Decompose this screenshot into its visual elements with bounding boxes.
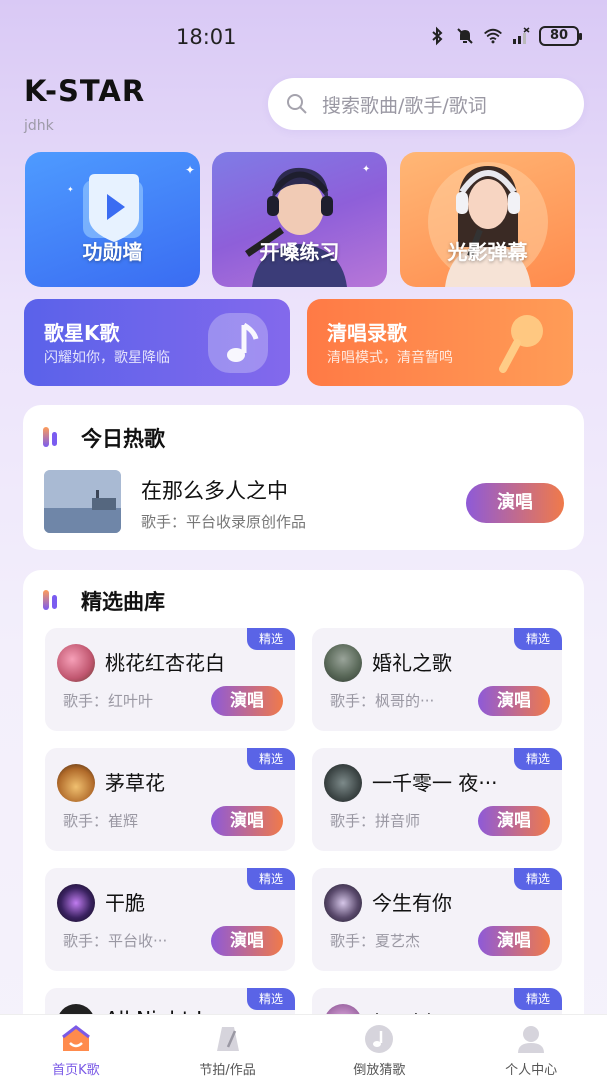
cover-image-icon — [44, 470, 121, 533]
svg-text:✦: ✦ — [185, 163, 195, 177]
song-title: 茅草花 — [105, 771, 165, 795]
tab-home-karaoke[interactable]: 首页K歌 — [0, 1015, 152, 1080]
song-title: 桃花红杏花白 — [105, 651, 225, 675]
singer-male-icon: ✦ — [245, 164, 370, 287]
tab-reverse-guess[interactable]: 倒放猜歌 — [304, 1015, 456, 1080]
song-avatar — [324, 764, 362, 802]
sing-button[interactable]: 演唱 — [478, 806, 550, 836]
battery-indicator: 80 — [539, 26, 582, 46]
tile-light-barrage[interactable]: 光影弹幕 — [400, 152, 575, 287]
signal-icon — [513, 27, 530, 44]
microphone-icon — [499, 315, 543, 373]
status-time: 18:01 — [176, 25, 237, 49]
song-singer: 歌手：崔辉 — [63, 812, 139, 830]
song-title: 今生有你 — [372, 891, 452, 915]
card-subtitle: 清唱模式，清音暂鸣 — [327, 350, 453, 366]
svg-text:✦: ✦ — [362, 164, 370, 175]
song-title: 干脆 — [105, 891, 145, 915]
tile-merit-wall[interactable]: ✦ ✦ 功勋墙 — [25, 152, 200, 287]
tab-label: 倒放猜歌 — [353, 1063, 406, 1078]
song-singer: 歌手：平台收··· — [63, 932, 168, 950]
section-bar-icon — [43, 590, 57, 610]
sing-button[interactable]: 演唱 — [478, 926, 550, 956]
song-item[interactable]: 精选 干脆 歌手：平台收··· 演唱 — [45, 868, 295, 971]
song-singer: 歌手：夏艺杰 — [330, 932, 421, 950]
tab-label: 首页K歌 — [52, 1063, 100, 1078]
song-item[interactable]: 精选 今生有你 歌手：夏艺杰 演唱 — [312, 868, 562, 971]
card-title: 清唱录歌 — [327, 321, 407, 345]
status-icons: 80 — [427, 26, 582, 46]
music-note-icon — [208, 313, 268, 373]
singer-female-icon — [428, 162, 548, 287]
search-placeholder: 搜索歌曲/歌手/歌词 — [322, 94, 487, 117]
mute-bell-icon — [457, 28, 473, 44]
sing-button[interactable]: 演唱 — [478, 686, 550, 716]
sing-button[interactable]: 演唱 — [211, 926, 283, 956]
tile-label: 功勋墙 — [82, 240, 143, 264]
play-shield-icon: ✦ ✦ — [67, 163, 195, 242]
song-avatar — [324, 884, 362, 922]
hot-today-section: 今日热歌 在那么多人之中 歌手：平台收录原创作品 演唱 — [23, 405, 584, 550]
song-title: 婚礼之歌 — [372, 651, 452, 675]
tab-label: 节拍/作品 — [199, 1063, 256, 1078]
sing-button[interactable]: 演唱 — [466, 483, 564, 523]
song-title[interactable]: 在那么多人之中 — [141, 475, 288, 505]
song-cover[interactable] — [44, 470, 121, 533]
song-avatar — [57, 644, 95, 682]
tab-profile[interactable]: 个人中心 — [455, 1015, 607, 1080]
search-icon — [287, 94, 307, 114]
song-singer: 歌手：平台收录原创作品 — [141, 513, 307, 531]
section-title: 今日热歌 — [81, 427, 165, 451]
section-bar-icon — [43, 427, 57, 447]
sing-button[interactable]: 演唱 — [211, 686, 283, 716]
song-avatar — [57, 764, 95, 802]
app-title: K-STAR — [24, 74, 146, 108]
status-bar: 18:01 80 — [0, 0, 607, 70]
svg-text:✦: ✦ — [67, 185, 74, 194]
music-disc-icon — [365, 1025, 394, 1053]
tab-beat-works[interactable]: 节拍/作品 — [152, 1015, 304, 1080]
search-input[interactable]: 搜索歌曲/歌手/歌词 — [268, 78, 584, 130]
card-star-karaoke[interactable]: 歌星K歌 闪耀如你，歌星降临 — [24, 299, 290, 386]
card-acapella-record[interactable]: 清唱录歌 清唱模式，清音暂鸣 — [307, 299, 573, 386]
person-icon — [518, 1026, 545, 1053]
song-singer: 歌手：枫哥的··· — [330, 692, 435, 710]
home-icon — [61, 1025, 90, 1051]
song-avatar — [324, 644, 362, 682]
song-title: 一千零一 夜··· — [372, 771, 498, 795]
song-item[interactable]: 精选 一千零一 夜··· 歌手：拼音师 演唱 — [312, 748, 562, 851]
card-subtitle: 闪耀如你，歌星降临 — [44, 350, 170, 366]
song-avatar — [57, 884, 95, 922]
tile-label: 光影弹幕 — [447, 240, 528, 264]
song-item[interactable]: 精选 桃花红杏花白 歌手：红叶叶 演唱 — [45, 628, 295, 731]
tab-label: 个人中心 — [505, 1063, 558, 1078]
song-singer: 歌手：拼音师 — [330, 812, 421, 830]
card-title: 歌星K歌 — [44, 321, 120, 345]
song-item[interactable]: 精选 婚礼之歌 歌手：枫哥的··· 演唱 — [312, 628, 562, 731]
section-title: 精选曲库 — [81, 590, 165, 614]
song-singer: 歌手：红叶叶 — [63, 692, 154, 710]
tile-label: 开嗓练习 — [259, 240, 340, 264]
library-section: 精选曲库 精选 桃花红杏花白 歌手：红叶叶 演唱 精选 婚礼之歌 歌手：枫哥的·… — [23, 570, 584, 1080]
bluetooth-icon — [432, 26, 443, 46]
song-item[interactable]: 精选 茅草花 歌手：崔辉 演唱 — [45, 748, 295, 851]
bottom-tab-bar: 首页K歌 节拍/作品 倒放猜歌 个人中心 — [0, 1014, 607, 1080]
metronome-icon — [216, 1027, 239, 1051]
sing-button[interactable]: 演唱 — [211, 806, 283, 836]
wifi-icon — [484, 28, 502, 44]
tile-voice-practice[interactable]: ✦ 开嗓练习 — [212, 152, 387, 287]
user-name: jdhk — [24, 118, 54, 134]
